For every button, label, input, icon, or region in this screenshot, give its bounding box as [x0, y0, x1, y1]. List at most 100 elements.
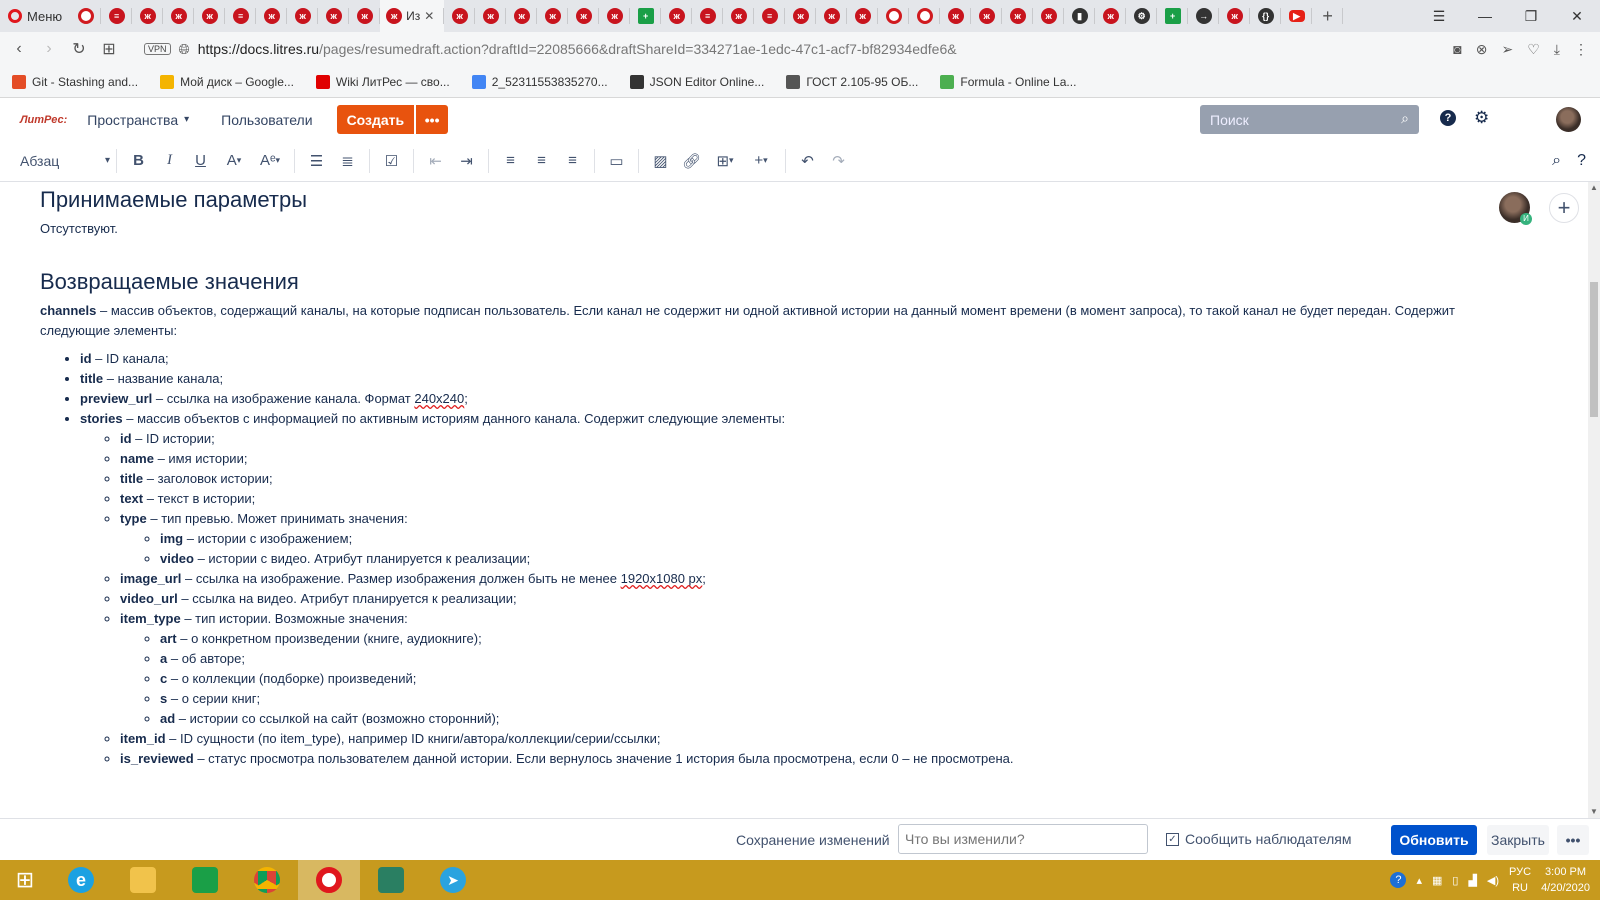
tab[interactable]: ≡ [692, 0, 724, 32]
tab-active[interactable]: ж Из ✕ [380, 0, 445, 32]
tab[interactable] [909, 0, 941, 32]
tab[interactable]: ж [568, 0, 600, 32]
tab-close-icon[interactable]: ✕ [424, 9, 434, 23]
checkbox-icon[interactable]: ✓ [1166, 832, 1179, 846]
tab[interactable]: ж [1219, 0, 1251, 32]
signal-icon[interactable]: ▟ [1468, 874, 1476, 887]
italic-button[interactable]: I [154, 146, 185, 176]
users-link[interactable]: Пользователи [221, 112, 312, 128]
layout-icon[interactable]: ▭ [601, 146, 632, 176]
taskbar-ie[interactable]: e [50, 860, 112, 900]
vpn-badge[interactable]: VPN [144, 43, 171, 55]
tab[interactable] [70, 0, 102, 32]
browser-menu-icon[interactable]: ⋮ [1574, 41, 1588, 58]
create-more-button[interactable]: ••• [416, 105, 449, 134]
paragraph-style-select[interactable]: Абзац ▾ [20, 146, 110, 176]
invite-collaborator-button[interactable]: + [1549, 193, 1579, 223]
insert-more-icon[interactable]: + ▾ [743, 146, 779, 176]
spaces-menu[interactable]: Пространства ▾ [87, 112, 189, 128]
tab[interactable]: ж [318, 0, 350, 32]
tab[interactable]: ж [475, 0, 507, 32]
taskbar-app[interactable] [360, 860, 422, 900]
tab[interactable]: {} [1250, 0, 1282, 32]
minimize-icon[interactable]: — [1462, 0, 1508, 32]
bookmark-item[interactable]: Git - Stashing and... [12, 74, 138, 89]
bookmark-item[interactable]: Formula - Online La... [940, 74, 1076, 89]
taskbar-explorer[interactable] [112, 860, 174, 900]
chevron-up-icon[interactable]: ▴ [1416, 874, 1422, 887]
tab[interactable]: + [1157, 0, 1189, 32]
tab[interactable]: ▮ [1064, 0, 1096, 32]
scrollbar[interactable]: ▲ ▼ [1588, 182, 1600, 818]
align-left-icon[interactable]: ≡ [495, 146, 526, 176]
bookmark-item[interactable]: 2_52311553835270... [471, 74, 608, 89]
taskbar-telegram[interactable]: ➤ [422, 860, 484, 900]
close-button[interactable]: Закрыть [1487, 825, 1549, 855]
tab[interactable] [878, 0, 910, 32]
close-window-icon[interactable]: ✕ [1554, 0, 1600, 32]
gear-icon[interactable]: ⚙ [1474, 108, 1489, 128]
clock[interactable]: 3:00 PM 4/20/2020 [1541, 864, 1590, 896]
tab[interactable]: ⚙ [1126, 0, 1158, 32]
align-right-icon[interactable]: ≡ [557, 146, 588, 176]
tab[interactable]: ▶ [1281, 0, 1313, 32]
redo-icon[interactable]: ↷ [823, 146, 854, 176]
taskbar-opera[interactable] [298, 860, 360, 900]
find-icon[interactable]: ⌕ [1552, 152, 1561, 170]
tab[interactable]: ж [194, 0, 226, 32]
tab[interactable]: ж [287, 0, 319, 32]
tab[interactable]: + [630, 0, 662, 32]
help-icon[interactable]: ? [1577, 152, 1586, 170]
tab[interactable]: ж [816, 0, 848, 32]
bookmark-item[interactable]: JSON Editor Online... [629, 74, 764, 89]
text-format-button[interactable]: Aᵉ ▾ [252, 146, 288, 176]
tab[interactable]: ≡ [101, 0, 133, 32]
link-icon[interactable]: 🔗︎ [676, 146, 707, 176]
adblock-icon[interactable]: ⊗ [1476, 41, 1488, 58]
volume-icon[interactable]: ◀︎) [1487, 874, 1499, 887]
reload-icon[interactable]: ↻ [64, 32, 94, 66]
help-icon[interactable]: ? [1440, 110, 1456, 126]
tab[interactable]: ж [444, 0, 476, 32]
tab[interactable]: ж [1033, 0, 1065, 32]
tab[interactable]: ж [847, 0, 879, 32]
tab[interactable]: ≡ [754, 0, 786, 32]
table-icon[interactable]: ⊞ ▾ [707, 146, 743, 176]
tab[interactable]: ж [971, 0, 1003, 32]
align-center-icon[interactable]: ≡ [526, 146, 557, 176]
browser-menu-button[interactable]: Меню [0, 0, 70, 32]
search-input[interactable]: Поиск ⌕ [1200, 105, 1419, 134]
forward-icon[interactable]: › [34, 32, 64, 66]
scroll-up-icon[interactable]: ▲ [1588, 182, 1600, 194]
new-tab-button[interactable]: + [1312, 0, 1344, 32]
scroll-down-icon[interactable]: ▼ [1588, 806, 1600, 818]
heart-icon[interactable]: ♡ [1527, 41, 1540, 58]
battery-icon[interactable]: ▯ [1452, 874, 1458, 887]
underline-button[interactable]: U [185, 146, 216, 176]
download-icon[interactable]: ⤓ [1554, 41, 1560, 58]
camera-icon[interactable]: ◙ [1453, 41, 1461, 57]
speed-dial-icon[interactable]: ⊞ [94, 32, 124, 66]
task-list-icon[interactable]: ☑ [376, 146, 407, 176]
outdent-icon[interactable]: ⇤ [420, 146, 451, 176]
tab[interactable]: ≡ [225, 0, 257, 32]
back-icon[interactable]: ‹ [4, 32, 34, 66]
text-color-button[interactable]: A ▾ [216, 146, 252, 176]
litres-logo[interactable]: ЛитРес: [20, 114, 67, 126]
tab[interactable]: ж [1002, 0, 1034, 32]
bookmark-item[interactable]: ГОСТ 2.105-95 ОБ... [786, 74, 918, 89]
bold-button[interactable]: B [123, 146, 154, 176]
taskbar-chrome[interactable] [236, 860, 298, 900]
maximize-icon[interactable]: ❐ [1508, 0, 1554, 32]
send-icon[interactable]: ➢ [1502, 41, 1514, 58]
bookmark-item[interactable]: Мой диск – Google... [160, 74, 294, 89]
tab[interactable]: ж [506, 0, 538, 32]
tab[interactable]: ж [940, 0, 972, 32]
tab[interactable]: ж [599, 0, 631, 32]
tab[interactable]: ж [537, 0, 569, 32]
avatar[interactable] [1556, 107, 1581, 132]
change-comment-input[interactable] [898, 824, 1148, 854]
indent-icon[interactable]: ⇥ [451, 146, 482, 176]
tab[interactable]: ж [349, 0, 381, 32]
image-icon[interactable]: ▨ [645, 146, 676, 176]
